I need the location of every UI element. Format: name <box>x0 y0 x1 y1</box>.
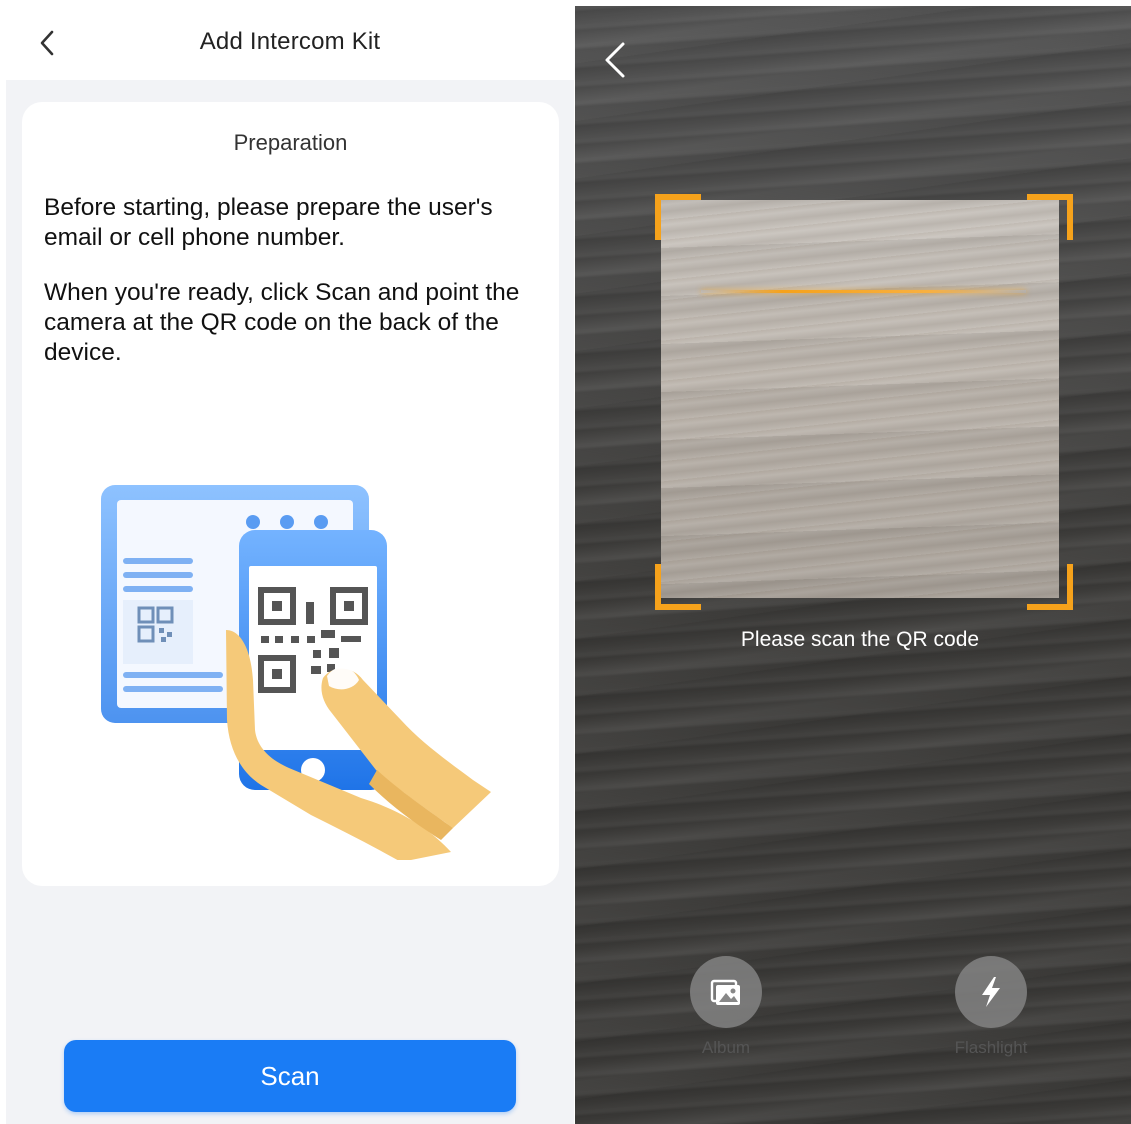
qr-scan-illustration <box>101 485 491 860</box>
viewfinder-corner-bottom-right <box>1027 564 1073 610</box>
page-title: Add Intercom Kit <box>199 28 381 55</box>
instruction-paragraph-2: When you're ready, click Scan and point … <box>44 279 520 366</box>
scan-button[interactable]: Scan <box>64 1040 516 1112</box>
viewfinder-corner-bottom-left <box>655 564 701 610</box>
card-heading: Preparation <box>233 130 348 155</box>
scanner-back-button[interactable] <box>597 40 637 80</box>
album-button[interactable] <box>690 956 762 1028</box>
viewfinder-corner-top-left <box>655 194 701 240</box>
scan-hint: Please scan the QR code <box>740 628 980 651</box>
back-arrow-icon <box>605 42 625 78</box>
camera-viewfinder <box>661 200 1059 598</box>
flashlight-label: Flashlight <box>954 1038 1028 1057</box>
viewfinder-corner-top-right <box>1027 194 1073 240</box>
nav-header: Add Intercom Kit <box>6 0 574 80</box>
scan-line <box>701 290 1026 293</box>
album-icon <box>710 979 740 1005</box>
album-label: Album <box>701 1038 751 1057</box>
flashlight-button[interactable] <box>955 956 1027 1028</box>
qr-scanner-screen: Please scan the QR code Album Flashlight <box>575 6 1131 1124</box>
flashlight-icon <box>982 977 1000 1007</box>
add-intercom-screen: Add Intercom Kit Preparation Before star… <box>6 0 574 1124</box>
instruction-paragraph-1: Before starting, please prepare the user… <box>44 194 493 251</box>
